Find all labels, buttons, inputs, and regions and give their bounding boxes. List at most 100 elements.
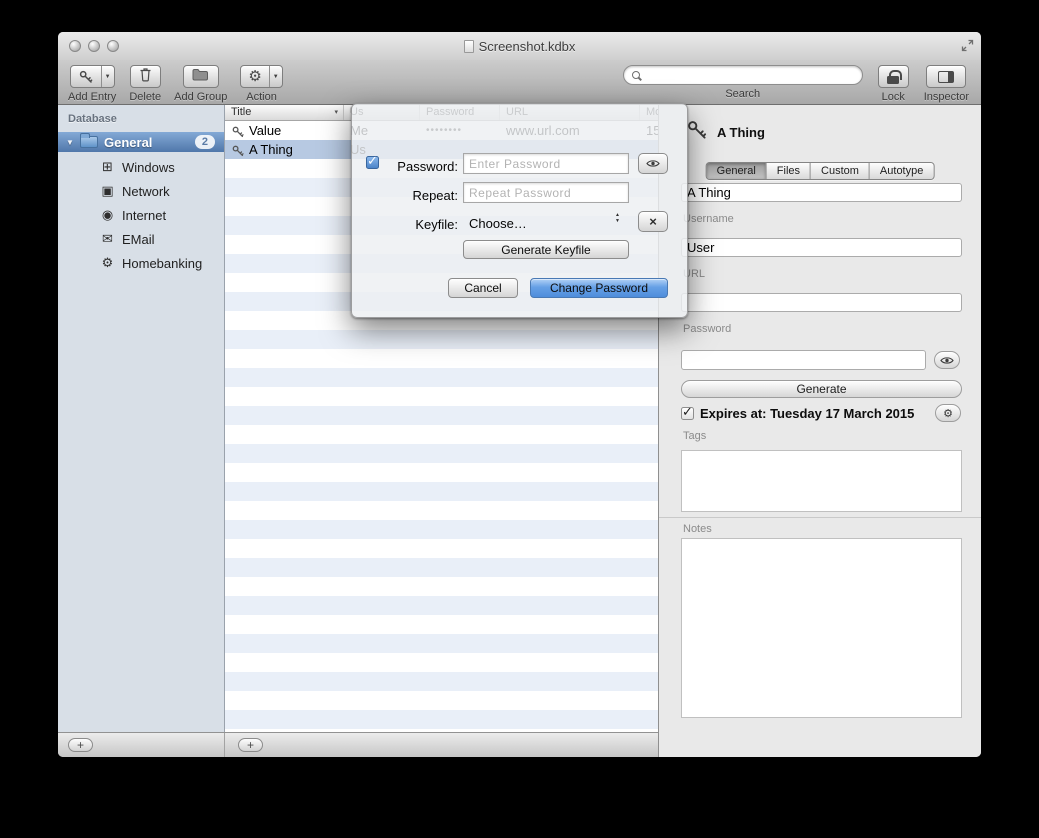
stepper-icon[interactable]: ▲ ▼ [615, 213, 620, 224]
tab-custom[interactable]: Custom [811, 163, 870, 179]
add-entry-plus-button[interactable]: + [238, 738, 263, 752]
sidebar-header: Database [68, 113, 117, 125]
change-password-button[interactable]: Change Password [530, 278, 668, 298]
password-enabled-checkbox[interactable]: ✓ [366, 156, 379, 169]
dialog-password-input[interactable] [463, 153, 629, 174]
change-password-dialog: ✓ Password: Repeat: Keyfile: Choose… ▲ ▼… [351, 103, 688, 318]
tags-label: Tags [683, 430, 706, 442]
generate-keyfile-button[interactable]: Generate Keyfile [463, 240, 629, 259]
tags-input[interactable] [681, 450, 962, 512]
sidebar-item-network[interactable]: ▣ Network [58, 179, 224, 203]
column-header-title[interactable]: Title ▾ [225, 105, 344, 120]
password-field[interactable] [681, 350, 926, 370]
key-icon [232, 124, 244, 140]
close-window-button[interactable] [69, 40, 81, 52]
cancel-button[interactable]: Cancel [448, 278, 518, 298]
document-icon [464, 40, 474, 53]
sidebar-item-label: Internet [122, 208, 166, 223]
trash-icon [139, 67, 152, 87]
add-group-label: Add Group [174, 91, 227, 103]
gear-icon: ⚙ [943, 407, 953, 420]
key-icon [232, 143, 244, 159]
tab-general[interactable]: General [707, 163, 767, 179]
url-field[interactable] [681, 293, 962, 312]
username-field[interactable] [681, 238, 962, 257]
add-group-plus-button[interactable]: + [68, 738, 93, 752]
dialog-repeat-label: Repeat: [380, 188, 458, 203]
sort-arrow-icon: ▾ [334, 105, 338, 120]
sidebar-item-internet[interactable]: ◉ Internet [58, 203, 224, 227]
zoom-window-button[interactable] [107, 40, 119, 52]
globe-icon: ◉ [100, 207, 115, 223]
column-title-text: Title [231, 106, 251, 118]
dialog-keyfile-label: Keyfile: [380, 217, 458, 232]
add-entry-button[interactable]: ▼ Add Entry [68, 65, 116, 103]
search-field[interactable] [623, 65, 863, 85]
tab-autotype[interactable]: Autotype [870, 163, 933, 179]
sidebar-item-email[interactable]: ✉ EMail [58, 227, 224, 251]
action-button[interactable]: ⚙ ▼ Action [240, 65, 282, 103]
eye-icon [940, 356, 954, 365]
toolbar: ▼ Add Entry Delete Add Group [58, 60, 981, 105]
network-icon: ▣ [100, 183, 115, 199]
toolbar-right-group: Search Lock Inspector [623, 65, 969, 103]
notes-input[interactable] [681, 538, 962, 718]
inspector-toggle-button[interactable]: Inspector [924, 65, 969, 103]
window-title-row: Screenshot.kdbx [58, 32, 981, 60]
toolbar-left-group: ▼ Add Entry Delete Add Group [68, 65, 283, 103]
sidebar-item-label: EMail [122, 232, 155, 247]
add-entry-label: Add Entry [68, 91, 116, 103]
eye-icon [646, 159, 660, 168]
expires-gear-button[interactable]: ⚙ [935, 404, 961, 422]
search-item: Search [623, 65, 863, 100]
delete-label: Delete [129, 91, 161, 103]
password-label: Password [683, 323, 731, 335]
entry-key-icon [687, 120, 707, 145]
inspector-panel: A Thing General Files Custom Autotype Us… [658, 105, 981, 757]
generate-password-button[interactable]: Generate [681, 380, 962, 398]
stepper-down-icon: ▼ [615, 219, 620, 224]
dialog-repeat-input[interactable] [463, 182, 629, 203]
envelope-icon: ✉ [100, 231, 115, 247]
sidebar-item-windows[interactable]: ⊞ Windows [58, 155, 224, 179]
entry-title: Value [249, 123, 281, 138]
entry-title: A Thing [249, 142, 293, 157]
sidebar-item-homebanking[interactable]: ⚙ Homebanking [58, 251, 224, 275]
action-label: Action [246, 91, 277, 103]
sidebar: Database ▼ General 2 ⊞ Windows ▣ Network… [58, 105, 225, 732]
separator [659, 517, 981, 518]
reveal-password-button[interactable] [934, 351, 960, 369]
window-title: Screenshot.kdbx [479, 39, 576, 54]
dialog-password-label: Password: [380, 159, 458, 174]
add-group-button[interactable]: Add Group [174, 65, 227, 103]
bottom-bar: + + [58, 732, 658, 757]
entry-count-badge: 2 [195, 135, 215, 149]
app-window: Screenshot.kdbx ▼ Add Entry [58, 32, 981, 757]
username-label: Username [683, 213, 734, 225]
expires-label: Expires at: Tuesday 17 March 2015 [700, 406, 914, 421]
tab-files[interactable]: Files [767, 163, 811, 179]
clear-keyfile-button[interactable]: × [638, 211, 668, 232]
expires-checkbox[interactable]: ✓ [681, 407, 694, 420]
inspector-entry-title: A Thing [717, 125, 765, 140]
search-label: Search [725, 88, 760, 100]
check-icon: ✓ [682, 405, 693, 418]
sidebar-group-general[interactable]: ▼ General 2 [58, 132, 224, 152]
sidebar-item-label: Homebanking [122, 256, 202, 271]
inspector-tabs: General Files Custom Autotype [706, 162, 935, 180]
disclosure-triangle-icon[interactable]: ▼ [66, 138, 76, 147]
search-input[interactable] [644, 67, 862, 83]
minimize-window-button[interactable] [88, 40, 100, 52]
search-icon [632, 71, 640, 79]
title-field[interactable] [681, 183, 962, 202]
lock-button[interactable]: Lock [878, 65, 909, 103]
delete-button[interactable]: Delete [129, 65, 161, 103]
dialog-reveal-password-button[interactable] [638, 153, 668, 174]
keyfile-dropdown[interactable]: Choose… [469, 216, 527, 231]
gear-icon: ⚙ [241, 66, 268, 87]
group-label: General [104, 135, 152, 150]
notes-label: Notes [683, 523, 712, 535]
folder-icon [192, 68, 209, 86]
fullscreen-icon[interactable] [961, 39, 974, 52]
group-folder-icon [80, 136, 98, 148]
